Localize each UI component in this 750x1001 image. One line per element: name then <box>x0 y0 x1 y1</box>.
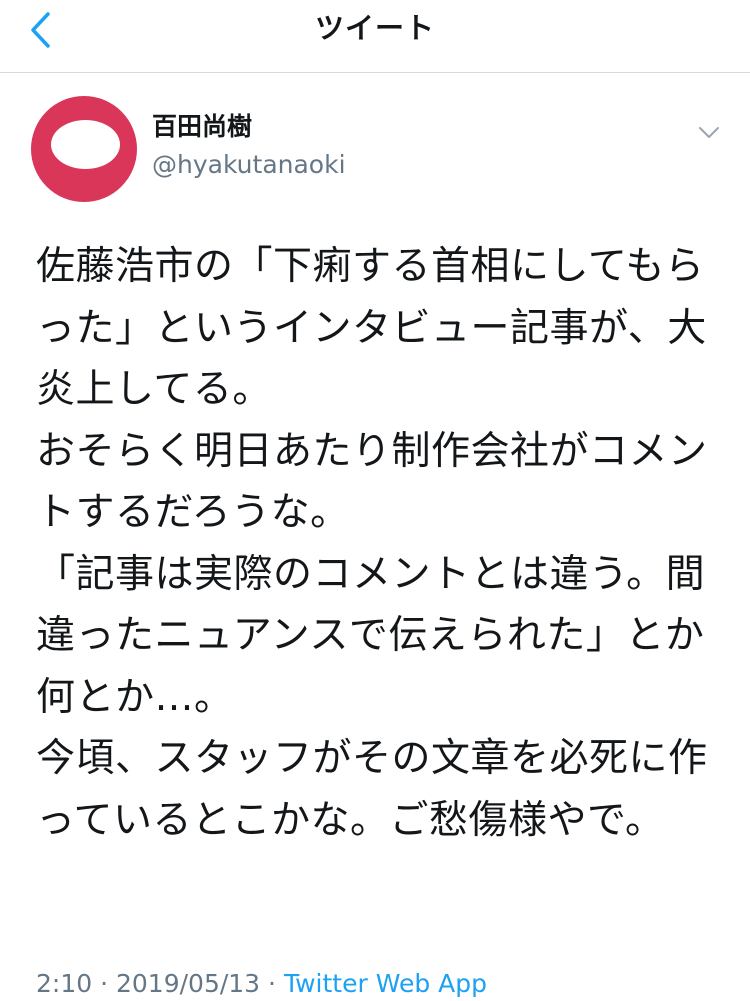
tweet-date: 2019/05/13 <box>116 969 261 998</box>
meta-separator: · <box>268 969 276 998</box>
tweet-text: 佐藤浩市の「下痢する首相にしてもらった」というインタビュー記事が、大炎上してる。… <box>36 244 708 843</box>
author-handle[interactable]: @hyakutanaoki <box>152 148 346 182</box>
tweet-menu-button[interactable] <box>692 116 726 150</box>
top-bar: ツイート <box>0 0 750 73</box>
avatar-logo-shape <box>51 120 120 169</box>
page-title: ツイート <box>314 11 435 45</box>
tweet-meta: 2:10 · 2019/05/13 · Twitter Web App <box>36 967 487 1001</box>
meta-separator: · <box>100 969 109 998</box>
chevron-down-icon <box>699 127 719 138</box>
avatar[interactable] <box>31 96 137 202</box>
tweet-source-link[interactable]: Twitter Web App <box>284 969 487 998</box>
author-display-name[interactable]: 百田尚樹 <box>152 110 252 144</box>
tweet-time: 2:10 <box>36 969 93 998</box>
